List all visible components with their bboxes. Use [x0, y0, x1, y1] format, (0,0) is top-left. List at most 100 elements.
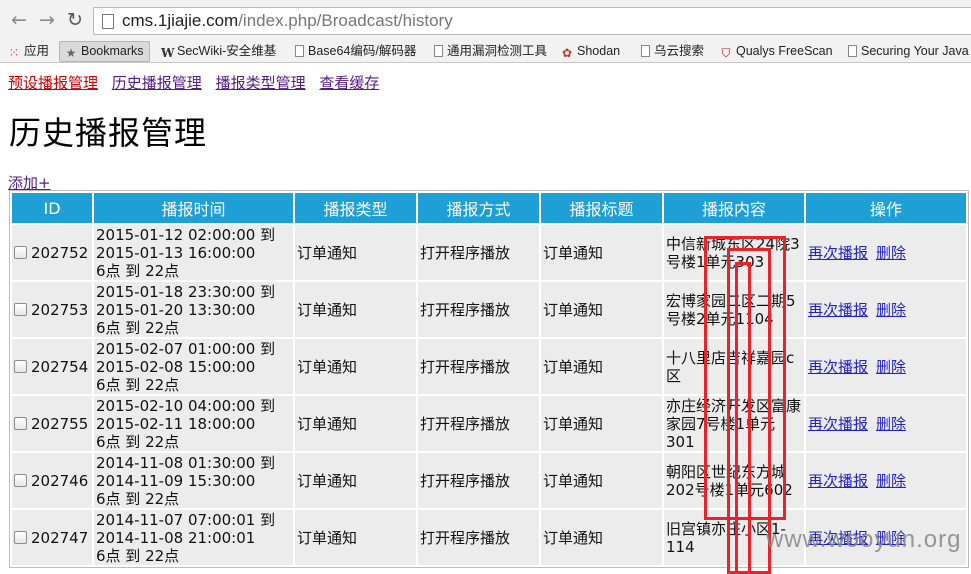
mode-cell: 打开程序播放 — [418, 396, 539, 451]
forward-arrow-icon[interactable]: → — [36, 9, 58, 31]
time-daily: 6点 到 22点 — [96, 318, 180, 337]
page-icon — [434, 45, 443, 57]
top-nav: 预设播报管理 历史播报管理 播报类型管理 查看缓存 — [8, 72, 388, 93]
url-host: cms.1jiajie.com — [122, 11, 239, 30]
time-cell: 2015-02-10 04:00:00 到 2015-02-11 18:00:00… — [94, 396, 293, 451]
bookmark-label: 乌云搜索 — [654, 44, 705, 58]
wiki-icon: W — [161, 46, 175, 60]
time-cell: 2014-11-08 01:30:00 到 2014-11-09 15:30:00… — [94, 453, 293, 508]
title-cell: 订单通知 — [541, 339, 662, 394]
browser-toolbar: ← → ↻ cms.1jiajie.com/index.php/Broadcas… — [0, 0, 971, 40]
actions-cell: 再次播报 删除 — [806, 339, 966, 394]
actions-cell: 再次播报 删除 — [806, 225, 966, 280]
page-icon — [295, 45, 304, 57]
rebroadcast-link[interactable]: 再次播报 — [808, 415, 868, 433]
delete-link[interactable]: 删除 — [876, 358, 906, 376]
time-daily: 6点 到 22点 — [96, 261, 180, 280]
delete-link[interactable]: 删除 — [876, 244, 906, 262]
bookmark-base64[interactable]: Base64编码/解码器 — [295, 43, 416, 59]
table-header-row: ID 播报时间 播报类型 播报方式 播报标题 播报内容 操作 — [12, 193, 966, 223]
column-header-time: 播报时间 — [94, 193, 293, 223]
bookmark-wooyun-search[interactable]: 乌云搜索 — [641, 43, 704, 59]
row-id: 202755 — [31, 414, 89, 433]
type-cell: 订单通知 — [295, 453, 416, 508]
row-id: 202752 — [31, 243, 89, 262]
mode-cell: 打开程序播放 — [418, 510, 539, 565]
row-checkbox[interactable] — [14, 416, 27, 430]
row-id: 202754 — [31, 357, 89, 376]
time-start: 2014-11-07 07:00:01 到 — [96, 510, 276, 529]
time-start: 2015-01-12 02:00:00 到 — [96, 225, 276, 244]
star-icon: ★ — [65, 46, 77, 60]
bookmark-label: Securing Your Java — [861, 44, 969, 58]
bookmark-label: Bookmarks — [81, 44, 144, 58]
bookmark-label: 通用漏洞检测工具 — [447, 44, 548, 58]
column-header-title: 播报标题 — [541, 193, 662, 223]
title-cell: 订单通知 — [541, 225, 662, 280]
row-id: 202753 — [31, 300, 89, 319]
time-end: 2014-11-08 21:00:01 — [96, 528, 256, 547]
table-row: 202755 2015-02-10 04:00:00 到 2015-02-11 18… — [12, 396, 966, 451]
delete-link[interactable]: 删除 — [876, 472, 906, 490]
row-checkbox[interactable] — [14, 473, 27, 487]
url-text[interactable]: cms.1jiajie.com/index.php/Broadcast/hist… — [122, 11, 453, 31]
time-daily: 6点 到 22点 — [96, 546, 180, 565]
history-table: ID 播报时间 播报类型 播报方式 播报标题 播报内容 操作 202752 201… — [9, 190, 969, 568]
title-cell: 订单通知 — [541, 453, 662, 508]
page-icon — [848, 45, 857, 57]
mode-cell: 打开程序播放 — [418, 225, 539, 280]
actions-cell: 再次播报 删除 — [806, 396, 966, 451]
nav-link-broadcast-types[interactable]: 播报类型管理 — [216, 74, 306, 92]
nav-link-preset-broadcast[interactable]: 预设播报管理 — [8, 74, 98, 92]
time-cell: 2014-11-07 07:00:01 到 2014-11-08 21:00:01… — [94, 510, 293, 565]
nav-link-history-broadcast[interactable]: 历史播报管理 — [112, 74, 202, 92]
qualys-icon: ⛉ — [721, 46, 731, 60]
address-bar[interactable]: cms.1jiajie.com/index.php/Broadcast/hist… — [93, 7, 971, 35]
column-header-type: 播报类型 — [295, 193, 416, 223]
column-header-mode: 播报方式 — [418, 193, 539, 223]
type-cell: 订单通知 — [295, 225, 416, 280]
time-start: 2015-02-10 04:00:00 到 — [96, 396, 276, 415]
back-arrow-icon[interactable]: ← — [8, 9, 30, 31]
row-checkbox[interactable] — [14, 302, 27, 316]
rebroadcast-link[interactable]: 再次播报 — [808, 472, 868, 490]
actions-cell: 再次播报 删除 — [806, 282, 966, 337]
table-row: 202753 2015-01-18 23:30:00 到 2015-01-20 13… — [12, 282, 966, 337]
title-cell: 订单通知 — [541, 510, 662, 565]
bookmark-label: Shodan — [577, 44, 621, 58]
rebroadcast-link[interactable]: 再次播报 — [808, 358, 868, 376]
row-id: 202747 — [31, 528, 89, 547]
rebroadcast-link[interactable]: 再次播报 — [808, 244, 868, 262]
time-start: 2014-11-08 01:30:00 到 — [96, 453, 276, 472]
apps-icon: ⁙ — [8, 45, 20, 60]
row-checkbox[interactable] — [14, 245, 27, 259]
delete-link[interactable]: 删除 — [876, 301, 906, 319]
table-row: 202752 2015-01-12 02:00:00 到 2015-01-13 16… — [12, 225, 966, 280]
bookmark-secwiki[interactable]: W SecWiki-安全维基 — [161, 43, 276, 60]
title-cell: 订单通知 — [541, 396, 662, 451]
bookmark-bookmarks[interactable]: ★ Bookmarks — [59, 41, 150, 62]
id-cell: 202753 — [12, 282, 92, 337]
column-header-actions: 操作 — [806, 193, 966, 223]
time-end: 2014-11-09 15:30:00 — [96, 471, 256, 490]
bookmark-securing-java[interactable]: Securing Your Java — [848, 43, 969, 59]
delete-link[interactable]: 删除 — [876, 415, 906, 433]
page-icon — [641, 45, 650, 57]
bookmark-qualys[interactable]: ⛉ Qualys FreeScan — [720, 43, 832, 60]
column-header-id: ID — [12, 193, 92, 223]
table-row: 202754 2015-02-07 01:00:00 到 2015-02-08 15… — [12, 339, 966, 394]
row-checkbox[interactable] — [14, 359, 27, 373]
bookmark-vuln-tool[interactable]: 通用漏洞检测工具 — [434, 43, 547, 59]
nav-link-view-cache[interactable]: 查看缓存 — [319, 74, 379, 92]
reload-icon[interactable]: ↻ — [64, 9, 86, 31]
type-cell: 订单通知 — [295, 339, 416, 394]
bookmark-shodan[interactable]: ✿ Shodan — [561, 43, 620, 60]
row-checkbox[interactable] — [14, 530, 27, 544]
time-end: 2015-01-13 16:00:00 — [96, 243, 256, 262]
bookmark-apps[interactable]: ⁙ 应用 — [8, 43, 49, 60]
time-end: 2015-01-20 13:30:00 — [96, 300, 256, 319]
page-title: 历史播报管理 — [9, 114, 208, 152]
time-cell: 2015-02-07 01:00:00 到 2015-02-08 15:00:00… — [94, 339, 293, 394]
rebroadcast-link[interactable]: 再次播报 — [808, 301, 868, 319]
mode-cell: 打开程序播放 — [418, 453, 539, 508]
